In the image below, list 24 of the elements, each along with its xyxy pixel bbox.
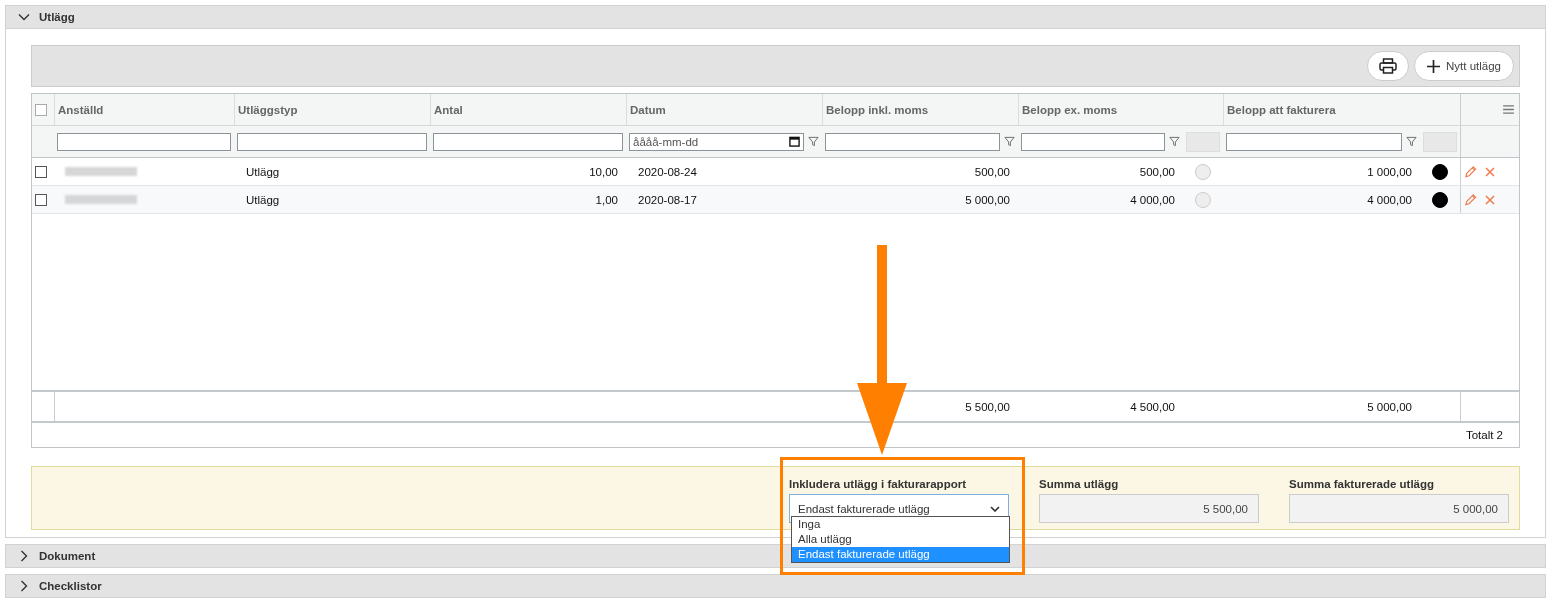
table-cell: 500,00	[974, 165, 1010, 178]
table-cell: 4 000,00	[1367, 193, 1412, 206]
table-cell-text: Utlägg	[245, 165, 280, 178]
total-cell: 5 000,00	[1367, 400, 1412, 413]
panel-title: Dokument	[39, 550, 96, 562]
sum-field: 5 500,00	[1039, 494, 1259, 523]
table-cell: 1 000,00	[1367, 165, 1412, 178]
row-count: Totalt 2	[1465, 429, 1503, 441]
table-cell: 10,00	[589, 165, 618, 178]
table-cell-text: 2020-08-17	[637, 193, 697, 206]
table-cell: 5 000,00	[965, 193, 1010, 206]
invoiced-sum-field: 5 000,00	[1289, 494, 1509, 523]
table-cell: 1,00	[595, 193, 618, 206]
table-cell: 500,00	[1139, 165, 1175, 178]
panel-title: Checklistor	[39, 580, 102, 592]
field-label: Summa utlägg	[1039, 478, 1120, 490]
total-cell: 4 500,00	[1130, 400, 1175, 413]
total-cell: 5 500,00	[965, 400, 1010, 413]
table-cell-text: Utlägg	[245, 193, 280, 206]
field-label: Summa fakturerade utlägg	[1289, 478, 1436, 490]
table-cell: 4 000,00	[1130, 193, 1175, 206]
panel-title: Utlägg	[39, 11, 75, 23]
field-label: Inkludera utlägg i fakturarapport	[789, 478, 967, 490]
table-cell-text: 2020-08-24	[637, 165, 697, 178]
